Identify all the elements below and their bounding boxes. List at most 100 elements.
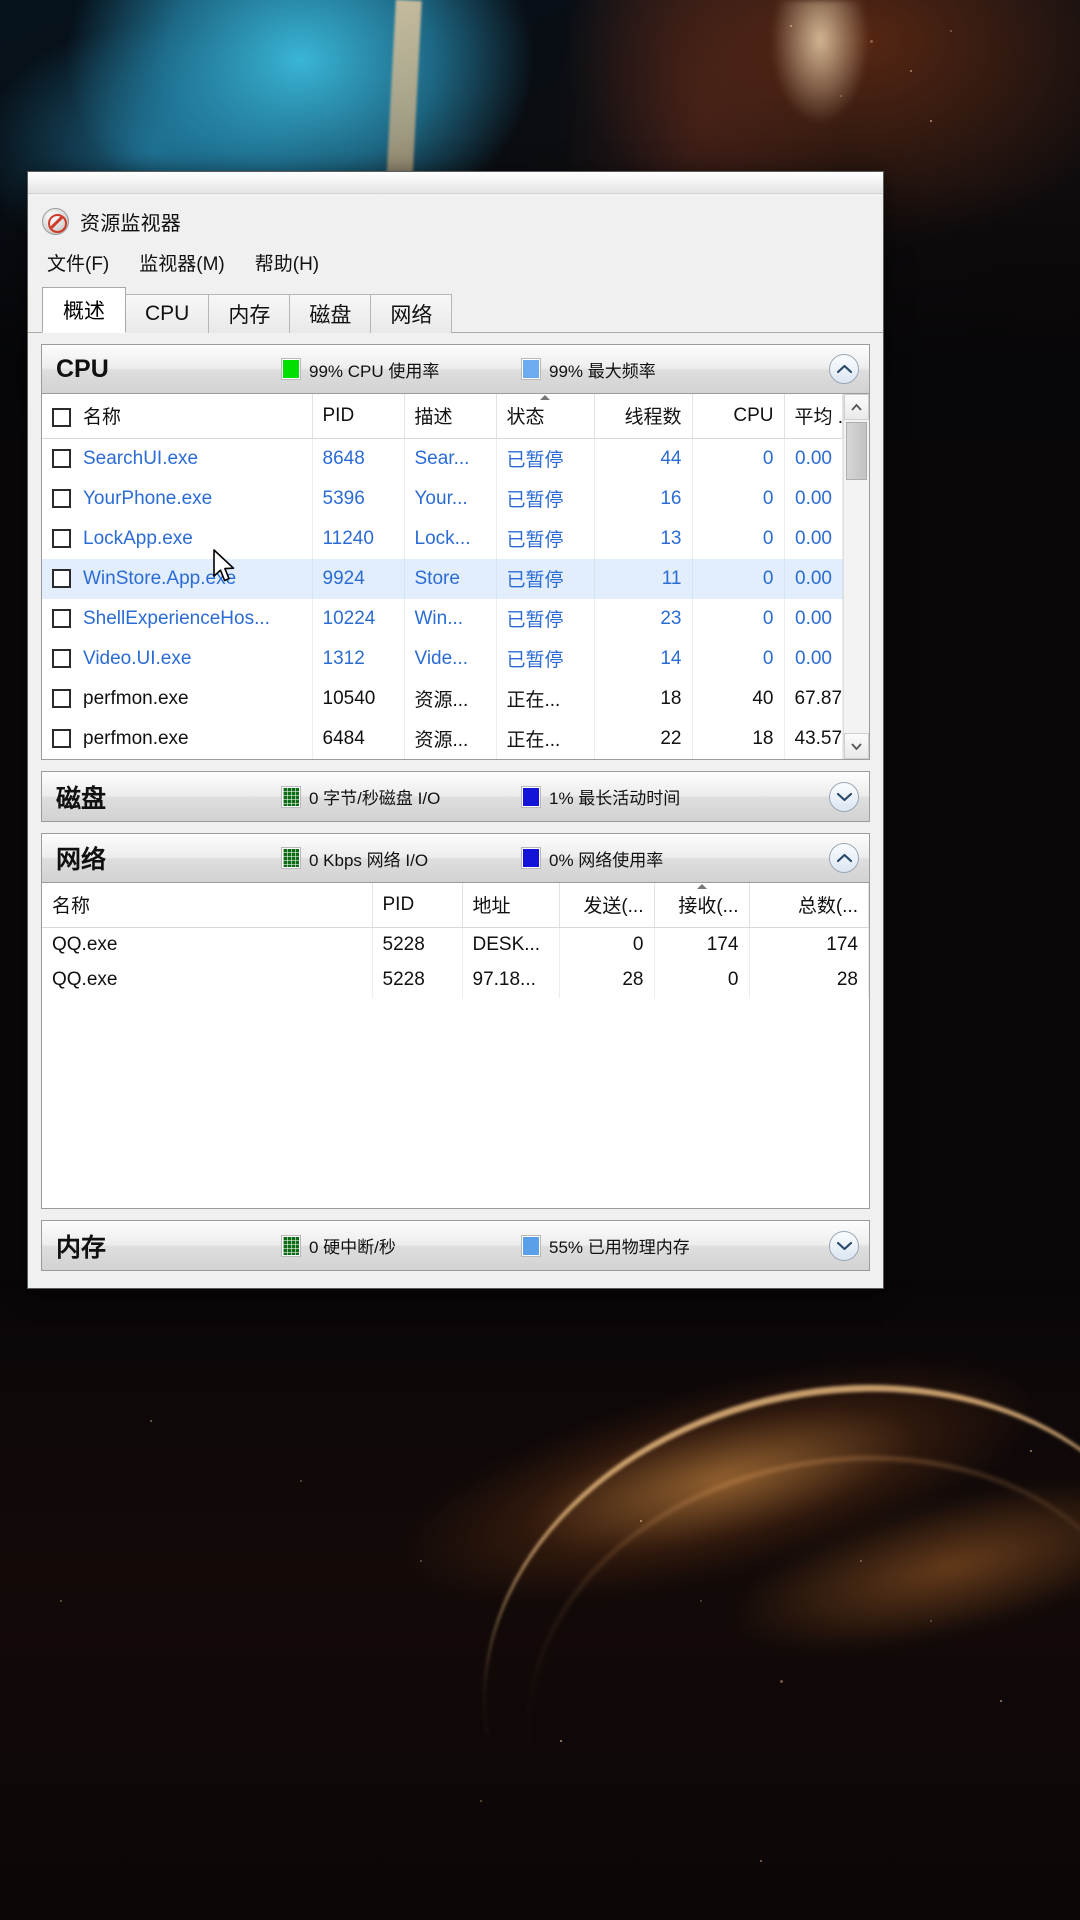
cell-threads: 11 xyxy=(594,559,692,599)
scroll-track[interactable] xyxy=(844,420,869,733)
network-table-wrap: 名称 PID 地址 发送(... 接收(... 总数(... QQ.exe 522… xyxy=(42,883,869,1155)
section-disk-header[interactable]: 磁盘 0 字节/秒磁盘 I/O 1% 最长活动时间 xyxy=(42,772,869,821)
chevron-down-icon[interactable] xyxy=(829,782,859,812)
table-row[interactable]: QQ.exe 5228 DESK... 0 174 174 xyxy=(42,928,869,964)
table-row[interactable]: QQ.exe 5228 97.18... 28 0 28 xyxy=(42,963,869,998)
col-pid[interactable]: PID xyxy=(312,394,404,439)
scroll-up-icon[interactable] xyxy=(844,394,869,420)
network-table-body[interactable]: QQ.exe 5228 DESK... 0 174 174 QQ.exe 5228 97.18.… xyxy=(42,928,869,999)
tab-memory[interactable]: 内存 xyxy=(208,294,290,333)
menu-file[interactable]: 文件(F) xyxy=(45,248,111,277)
cell-desc: Vide... xyxy=(404,639,496,679)
tab-overview[interactable]: 概述 xyxy=(42,287,126,333)
col-threads[interactable]: 线程数 xyxy=(594,394,692,439)
cpu-process-table[interactable]: 名称 PID 描述 状态 线程数 CPU 平均 ... SearchUI.exe… xyxy=(42,394,843,759)
section-cpu-header[interactable]: CPU 99% CPU 使用率 99% 最大频率 xyxy=(42,345,869,394)
row-checkbox[interactable] xyxy=(52,729,71,748)
tab-disk[interactable]: 磁盘 xyxy=(289,294,371,333)
cell-desc: 资源... xyxy=(404,679,496,719)
cell-status: 已暂停 xyxy=(496,639,594,679)
window-titlebar[interactable] xyxy=(28,172,883,194)
table-row[interactable]: LockApp.exe 11240 Lock... 已暂停 13 0 0.00 xyxy=(42,519,843,559)
table-row[interactable]: perfmon.exe 6484 资源... 正在... 22 18 43.57 xyxy=(42,719,843,759)
cell-avg: 67.87 xyxy=(784,679,843,719)
disk-activetime-metric: 1% 最长活动时间 xyxy=(522,784,829,809)
table-row[interactable]: ShellExperienceHos... 10224 Win... 已暂停 23 0 0.… xyxy=(42,599,843,639)
net-col-address[interactable]: 地址 xyxy=(462,883,559,928)
chevron-up-icon[interactable] xyxy=(829,354,859,384)
cpu-table-scrollbar[interactable] xyxy=(843,394,869,759)
menu-monitor[interactable]: 监视器(M) xyxy=(137,248,226,277)
cell-pid: 8648 xyxy=(312,439,404,480)
net-col-received[interactable]: 接收(... xyxy=(654,883,749,928)
section-network-header[interactable]: 网络 0 Kbps 网络 I/O 0% 网络使用率 xyxy=(42,834,869,883)
menu-help[interactable]: 帮助(H) xyxy=(253,248,321,277)
chevron-up-icon[interactable] xyxy=(829,843,859,873)
cell-avg: 0.00 xyxy=(784,519,843,559)
table-row[interactable]: YourPhone.exe 5396 Your... 已暂停 16 0 0.00 xyxy=(42,479,843,519)
cell-pid: 10540 xyxy=(312,679,404,719)
table-row[interactable]: perfmon.exe 10540 资源... 正在... 18 40 67.87 xyxy=(42,679,843,719)
cell-threads: 44 xyxy=(594,439,692,480)
cell-status: 正在... xyxy=(496,679,594,719)
resource-monitor-icon xyxy=(42,208,69,235)
cell-name: QQ.exe xyxy=(42,963,372,998)
tab-cpu[interactable]: CPU xyxy=(125,294,209,333)
row-checkbox[interactable] xyxy=(52,449,71,468)
tab-network[interactable]: 网络 xyxy=(370,294,452,333)
col-cpu[interactable]: CPU xyxy=(692,394,784,439)
section-memory-header[interactable]: 内存 0 硬中断/秒 55% 已用物理内存 xyxy=(42,1221,869,1270)
cpu-table-body[interactable]: SearchUI.exe 8648 Sear... 已暂停 44 0 0.00 YourPho… xyxy=(42,439,843,760)
table-row[interactable]: SearchUI.exe 8648 Sear... 已暂停 44 0 0.00 xyxy=(42,439,843,480)
network-table[interactable]: 名称 PID 地址 发送(... 接收(... 总数(... QQ.exe 522… xyxy=(42,883,869,998)
col-average-cpu[interactable]: 平均 ... xyxy=(784,394,843,439)
cell-name: perfmon.exe xyxy=(42,679,312,719)
net-col-total[interactable]: 总数(... xyxy=(749,883,869,928)
cell-desc: 资源... xyxy=(404,719,496,759)
resource-monitor-window[interactable]: 资源监视器 文件(F) 监视器(M) 帮助(H) 概述 CPU 内存 磁盘 网络… xyxy=(27,171,884,1289)
cell-status: 已暂停 xyxy=(496,439,594,480)
net-col-sent[interactable]: 发送(... xyxy=(559,883,654,928)
row-checkbox[interactable] xyxy=(52,649,71,668)
net-col-name[interactable]: 名称 xyxy=(42,883,372,928)
network-table-header-row[interactable]: 名称 PID 地址 发送(... 接收(... 总数(... xyxy=(42,883,869,928)
network-usage-metric: 0% 网络使用率 xyxy=(522,846,829,871)
cell-avg: 0.00 xyxy=(784,639,843,679)
cell-threads: 14 xyxy=(594,639,692,679)
cpu-table-wrap: 名称 PID 描述 状态 线程数 CPU 平均 ... SearchUI.exe… xyxy=(42,394,869,759)
cell-cpu: 40 xyxy=(692,679,784,719)
cell-cpu: 0 xyxy=(692,559,784,599)
cell-pid: 11240 xyxy=(312,519,404,559)
cell-name: WinStore.App.exe xyxy=(42,559,312,599)
col-status[interactable]: 状态 xyxy=(496,394,594,439)
net-col-pid[interactable]: PID xyxy=(372,883,462,928)
cell-cpu: 0 xyxy=(692,439,784,480)
table-row[interactable]: Video.UI.exe 1312 Vide... 已暂停 14 0 0.00 xyxy=(42,639,843,679)
dark-green-swatch-icon xyxy=(282,848,300,868)
row-checkbox[interactable] xyxy=(52,609,71,628)
cpu-table-header-row[interactable]: 名称 PID 描述 状态 线程数 CPU 平均 ... xyxy=(42,394,843,439)
scroll-down-icon[interactable] xyxy=(844,733,869,759)
table-row[interactable]: WinStore.App.exe 9924 Store 已暂停 11 0 0.00 xyxy=(42,559,843,599)
cpu-maxfreq-metric: 99% 最大频率 xyxy=(522,357,829,382)
scroll-thumb[interactable] xyxy=(846,422,867,480)
cell-pid: 10224 xyxy=(312,599,404,639)
row-checkbox[interactable] xyxy=(52,529,71,548)
menubar[interactable]: 文件(F) 监视器(M) 帮助(H) xyxy=(28,239,883,287)
select-all-checkbox[interactable] xyxy=(52,408,71,427)
row-checkbox[interactable] xyxy=(52,489,71,508)
cell-threads: 13 xyxy=(594,519,692,559)
cell-address: 97.18... xyxy=(462,963,559,998)
memory-used-metric: 55% 已用物理内存 xyxy=(522,1233,829,1258)
col-description[interactable]: 描述 xyxy=(404,394,496,439)
col-name[interactable]: 名称 xyxy=(42,394,312,439)
row-checkbox[interactable] xyxy=(52,569,71,588)
tabstrip[interactable]: 概述 CPU 内存 磁盘 网络 xyxy=(28,287,883,333)
cell-name: LockApp.exe xyxy=(42,519,312,559)
row-checkbox[interactable] xyxy=(52,689,71,708)
cell-cpu: 0 xyxy=(692,599,784,639)
cell-status: 已暂停 xyxy=(496,479,594,519)
section-disk: 磁盘 0 字节/秒磁盘 I/O 1% 最长活动时间 xyxy=(41,771,870,822)
chevron-down-icon[interactable] xyxy=(829,1231,859,1261)
cell-sent: 28 xyxy=(559,963,654,998)
